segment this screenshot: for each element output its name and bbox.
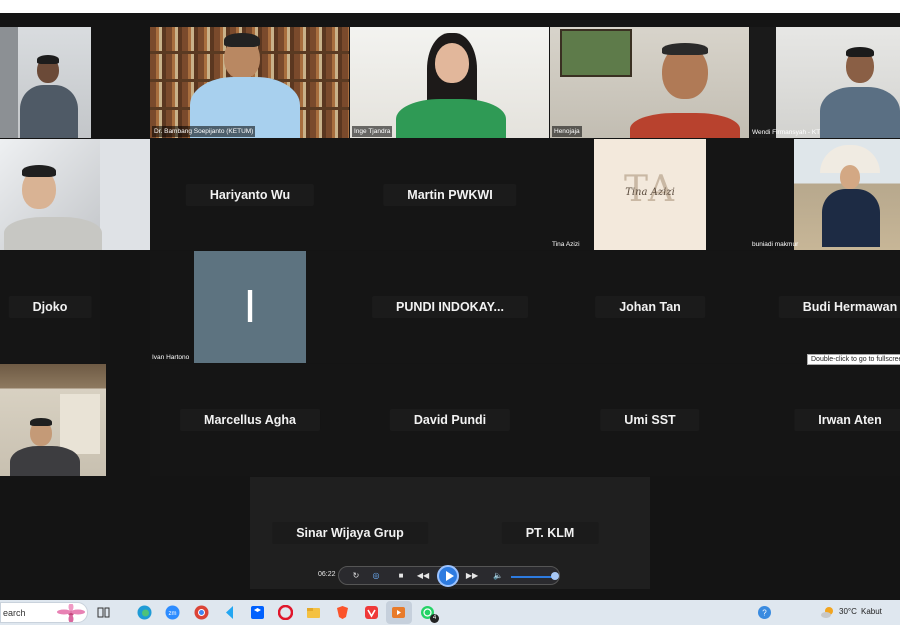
participant-name: Martin PWKWI: [383, 183, 517, 206]
tile-djoko[interactable]: Djoko: [0, 251, 100, 363]
svg-text:?: ?: [762, 609, 767, 618]
participant-name-label: Henojaja: [552, 126, 582, 137]
volume-slider[interactable]: [511, 576, 555, 578]
control-bar: ↻ ◎ ■ ◀◀ ▶▶ 🔈: [338, 565, 560, 587]
tile-irwan-aten[interactable]: Irwan Aten: [750, 364, 900, 476]
tile-budi-hermawan[interactable]: Budi Hermawan: [750, 251, 900, 363]
participant-name: Marcellus Agha: [180, 409, 320, 431]
video-tile-wendi[interactable]: Wendi Firmansyah - KT: [750, 27, 900, 138]
dropbox-icon[interactable]: [250, 605, 265, 620]
participant-name: Hariyanto Wu: [185, 183, 315, 206]
participant-name: Irwan Aten: [794, 409, 900, 431]
video-tile-participant-1[interactable]: [0, 27, 91, 138]
avatar: I: [194, 251, 306, 363]
video-tile-participant-3[interactable]: [0, 364, 106, 476]
tile-umi-sst[interactable]: Umi SST: [550, 364, 750, 476]
video-tile-buniadi[interactable]: buniadi makmur: [750, 139, 900, 250]
media-player-icon[interactable]: [391, 605, 406, 620]
taskbar-search[interactable]: earch: [0, 602, 88, 623]
tile-tina-azizi[interactable]: TA Tina Azizi Tina Azizi: [550, 139, 750, 250]
zoom-gallery-view: Dr. Bambang Soepijanto (KETUM) Inge Tjan…: [0, 13, 900, 600]
zoom-icon[interactable]: zm: [165, 605, 180, 620]
participant-name: Budi Hermawan: [778, 296, 900, 318]
play-button[interactable]: [437, 565, 459, 587]
rewind-button[interactable]: ◀◀: [416, 569, 430, 583]
help-icon[interactable]: ?: [757, 605, 772, 620]
participant-name-label: Wendi Firmansyah - KT: [752, 129, 821, 136]
chrome-icon[interactable]: [194, 605, 209, 620]
participant-name-label: buniadi makmur: [752, 241, 799, 248]
weather-icon[interactable]: [820, 605, 835, 620]
media-controls: 06:22 ↻ ◎ ■ ◀◀ ▶▶ 🔈: [318, 565, 568, 587]
participant-name: David Pundi: [389, 409, 511, 431]
whatsapp-badge: 4: [430, 614, 439, 623]
participant-name: Umi SST: [600, 409, 700, 431]
taskbar: earch zm 4 ? 30°C Kabut: [0, 600, 900, 625]
weather-description: Kabut: [861, 607, 882, 616]
video-tile-henojaja[interactable]: Henojaja: [550, 27, 749, 138]
participant-name-label: Ivan Hartono: [152, 354, 190, 361]
participant-name: Johan Tan: [595, 296, 705, 318]
fast-forward-button[interactable]: ▶▶: [465, 569, 479, 583]
participant-name-label: Tina Azizi: [552, 241, 580, 248]
tile-ivan-hartono[interactable]: I Ivan Hartono: [150, 251, 350, 363]
loop-icon[interactable]: ↻: [349, 569, 363, 583]
tile-david-pundi[interactable]: David Pundi: [350, 364, 550, 476]
opera-icon[interactable]: [278, 605, 293, 620]
vscode-icon[interactable]: [222, 605, 237, 620]
search-label: earch: [3, 608, 26, 618]
file-explorer-icon[interactable]: [306, 605, 321, 620]
brave-icon[interactable]: [335, 605, 350, 620]
video-tile-inge[interactable]: Inge Tjandra: [350, 27, 549, 138]
flower-icon: [57, 604, 85, 622]
vivaldi-icon[interactable]: [364, 605, 379, 620]
playback-time: 06:22: [318, 571, 336, 578]
tile-hariyanto-wu[interactable]: Hariyanto Wu: [150, 139, 350, 250]
weather-temperature: 30°C: [839, 607, 857, 616]
tile-marcellus-agha[interactable]: Marcellus Agha: [150, 364, 350, 476]
video-tile-participant-2[interactable]: [0, 139, 150, 250]
volume-icon[interactable]: 🔈: [491, 569, 505, 583]
edge-icon[interactable]: [137, 605, 152, 620]
participant-name: Djoko: [8, 296, 92, 318]
settings-icon[interactable]: ◎: [369, 569, 383, 583]
participant-name-label: Inge Tjandra: [352, 126, 393, 137]
tile-pundi-indokay[interactable]: PUNDI INDOKAY...: [350, 251, 550, 363]
tile-martin-pwkwi[interactable]: Martin PWKWI: [350, 139, 550, 250]
task-view-icon[interactable]: [96, 605, 111, 620]
participant-name: PUNDI INDOKAY...: [372, 296, 528, 318]
stop-button[interactable]: ■: [394, 569, 408, 583]
participant-name-label: Dr. Bambang Soepijanto (KETUM): [152, 126, 256, 137]
video-tile-bambang[interactable]: Dr. Bambang Soepijanto (KETUM): [150, 27, 349, 138]
participant-name: PT. KLM: [501, 522, 599, 544]
fullscreen-tooltip: Double-click to go to fullscreen: [807, 354, 900, 365]
svg-text:zm: zm: [169, 611, 177, 617]
volume-knob[interactable]: [551, 572, 559, 580]
tile-johan-tan[interactable]: Johan Tan: [550, 251, 750, 363]
tina-azizi-logo: TA Tina Azizi: [594, 139, 706, 250]
participant-name: Sinar Wijaya Grup: [272, 522, 428, 544]
